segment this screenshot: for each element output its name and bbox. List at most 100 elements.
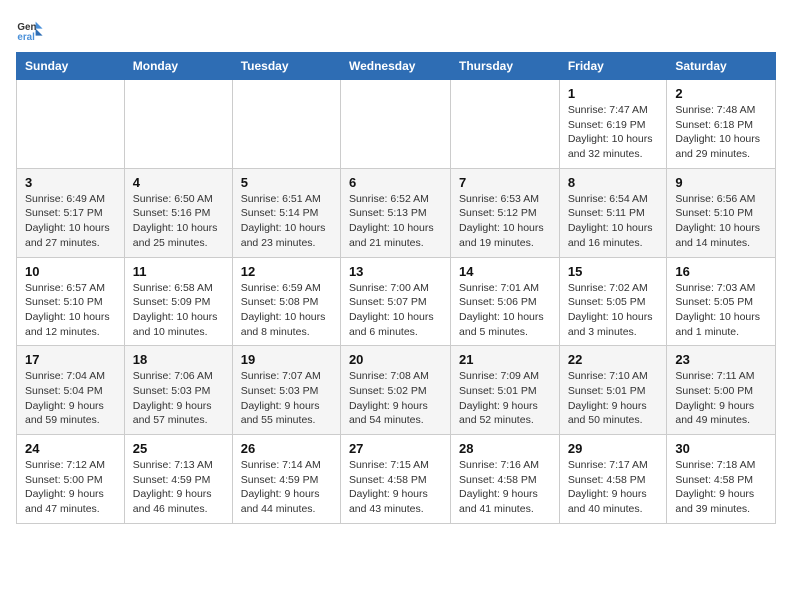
day-info: Sunrise: 7:06 AM Sunset: 5:03 PM Dayligh… (133, 369, 224, 428)
day-info: Sunrise: 7:17 AM Sunset: 4:58 PM Dayligh… (568, 458, 659, 517)
calendar-cell: 26 Sunrise: 7:14 AM Sunset: 4:59 PM Dayli… (232, 435, 340, 524)
calendar-cell: 6 Sunrise: 6:52 AM Sunset: 5:13 PM Daylig… (340, 168, 450, 257)
week-row-2: 3 Sunrise: 6:49 AM Sunset: 5:17 PM Daylig… (17, 168, 776, 257)
day-info: Sunrise: 7:47 AM Sunset: 6:19 PM Dayligh… (568, 103, 659, 162)
day-info: Sunrise: 7:18 AM Sunset: 4:58 PM Dayligh… (675, 458, 767, 517)
calendar-cell: 30 Sunrise: 7:18 AM Sunset: 4:58 PM Dayli… (667, 435, 776, 524)
day-number: 18 (133, 352, 224, 367)
header-sunday: Sunday (17, 53, 125, 80)
day-number: 24 (25, 441, 116, 456)
day-info: Sunrise: 6:52 AM Sunset: 5:13 PM Dayligh… (349, 192, 442, 251)
calendar-cell: 19Sunrise: 7:07 AM Sunset: 5:03 PM Dayli… (232, 346, 340, 435)
calendar-cell: 8Sunrise: 6:54 AM Sunset: 5:11 PM Daylig… (559, 168, 667, 257)
day-info: Sunrise: 7:12 AM Sunset: 5:00 PM Dayligh… (25, 458, 116, 517)
header-thursday: Thursday (451, 53, 560, 80)
calendar-cell: 9Sunrise: 6:56 AM Sunset: 5:10 PM Daylig… (667, 168, 776, 257)
calendar-cell: 28 Sunrise: 7:16 AM Sunset: 4:58 PM Dayli… (451, 435, 560, 524)
calendar-cell: 22Sunrise: 7:10 AM Sunset: 5:01 PM Dayli… (559, 346, 667, 435)
header-row: SundayMondayTuesdayWednesdayThursdayFrid… (17, 53, 776, 80)
day-number: 30 (675, 441, 767, 456)
header-wednesday: Wednesday (340, 53, 450, 80)
day-info: Sunrise: 6:57 AM Sunset: 5:10 PM Dayligh… (25, 281, 116, 340)
day-number: 29 (568, 441, 659, 456)
day-info: Sunrise: 6:59 AM Sunset: 5:08 PM Dayligh… (241, 281, 332, 340)
day-info: Sunrise: 6:58 AM Sunset: 5:09 PM Dayligh… (133, 281, 224, 340)
header-tuesday: Tuesday (232, 53, 340, 80)
calendar-cell: 29 Sunrise: 7:17 AM Sunset: 4:58 PM Dayli… (559, 435, 667, 524)
calendar-cell: 12 Sunrise: 6:59 AM Sunset: 5:08 PM Dayli… (232, 257, 340, 346)
calendar-cell: 15 Sunrise: 7:02 AM Sunset: 5:05 PM Dayli… (559, 257, 667, 346)
day-number: 9 (675, 175, 767, 190)
calendar-cell (451, 80, 560, 169)
calendar-cell: 14 Sunrise: 7:01 AM Sunset: 5:06 PM Dayli… (451, 257, 560, 346)
day-number: 11 (133, 264, 224, 279)
day-info: Sunrise: 7:15 AM Sunset: 4:58 PM Dayligh… (349, 458, 442, 517)
day-info: Sunrise: 7:08 AM Sunset: 5:02 PM Dayligh… (349, 369, 442, 428)
day-info: Sunrise: 6:53 AM Sunset: 5:12 PM Dayligh… (459, 192, 551, 251)
calendar-cell: 1Sunrise: 7:47 AM Sunset: 6:19 PM Daylig… (559, 80, 667, 169)
day-number: 2 (675, 86, 767, 101)
day-number: 14 (459, 264, 551, 279)
calendar-cell: 7 Sunrise: 6:53 AM Sunset: 5:12 PM Daylig… (451, 168, 560, 257)
day-number: 13 (349, 264, 442, 279)
calendar-cell: 4 Sunrise: 6:50 AM Sunset: 5:16 PM Daylig… (124, 168, 232, 257)
week-row-5: 24 Sunrise: 7:12 AM Sunset: 5:00 PM Dayli… (17, 435, 776, 524)
day-number: 6 (349, 175, 442, 190)
day-number: 12 (241, 264, 332, 279)
day-info: Sunrise: 7:09 AM Sunset: 5:01 PM Dayligh… (459, 369, 551, 428)
day-number: 4 (133, 175, 224, 190)
day-info: Sunrise: 7:14 AM Sunset: 4:59 PM Dayligh… (241, 458, 332, 517)
header-monday: Monday (124, 53, 232, 80)
day-number: 20 (349, 352, 442, 367)
day-info: Sunrise: 7:02 AM Sunset: 5:05 PM Dayligh… (568, 281, 659, 340)
logo: Gen eral (16, 16, 48, 44)
calendar-table: SundayMondayTuesdayWednesdayThursdayFrid… (16, 52, 776, 524)
day-info: Sunrise: 6:51 AM Sunset: 5:14 PM Dayligh… (241, 192, 332, 251)
day-number: 28 (459, 441, 551, 456)
day-info: Sunrise: 7:10 AM Sunset: 5:01 PM Dayligh… (568, 369, 659, 428)
calendar-cell: 27 Sunrise: 7:15 AM Sunset: 4:58 PM Dayli… (340, 435, 450, 524)
calendar-cell: 11 Sunrise: 6:58 AM Sunset: 5:09 PM Dayli… (124, 257, 232, 346)
day-info: Sunrise: 7:04 AM Sunset: 5:04 PM Dayligh… (25, 369, 116, 428)
day-number: 27 (349, 441, 442, 456)
calendar-cell: 3 Sunrise: 6:49 AM Sunset: 5:17 PM Daylig… (17, 168, 125, 257)
day-info: Sunrise: 7:07 AM Sunset: 5:03 PM Dayligh… (241, 369, 332, 428)
calendar-cell (17, 80, 125, 169)
calendar-cell: 25 Sunrise: 7:13 AM Sunset: 4:59 PM Dayli… (124, 435, 232, 524)
week-row-3: 10 Sunrise: 6:57 AM Sunset: 5:10 PM Dayli… (17, 257, 776, 346)
calendar-cell: 13 Sunrise: 7:00 AM Sunset: 5:07 PM Dayli… (340, 257, 450, 346)
logo-icon: Gen eral (16, 16, 44, 44)
day-info: Sunrise: 6:50 AM Sunset: 5:16 PM Dayligh… (133, 192, 224, 251)
calendar-cell: 24 Sunrise: 7:12 AM Sunset: 5:00 PM Dayli… (17, 435, 125, 524)
day-info: Sunrise: 7:00 AM Sunset: 5:07 PM Dayligh… (349, 281, 442, 340)
calendar-cell (340, 80, 450, 169)
day-number: 10 (25, 264, 116, 279)
day-number: 23 (675, 352, 767, 367)
calendar-cell: 5 Sunrise: 6:51 AM Sunset: 5:14 PM Daylig… (232, 168, 340, 257)
day-number: 7 (459, 175, 551, 190)
calendar-cell: 18 Sunrise: 7:06 AM Sunset: 5:03 PM Dayli… (124, 346, 232, 435)
day-info: Sunrise: 7:01 AM Sunset: 5:06 PM Dayligh… (459, 281, 551, 340)
week-row-4: 17 Sunrise: 7:04 AM Sunset: 5:04 PM Dayli… (17, 346, 776, 435)
day-number: 26 (241, 441, 332, 456)
calendar-cell: 20 Sunrise: 7:08 AM Sunset: 5:02 PM Dayli… (340, 346, 450, 435)
calendar-cell: 2 Sunrise: 7:48 AM Sunset: 6:18 PM Daylig… (667, 80, 776, 169)
week-row-1: 1Sunrise: 7:47 AM Sunset: 6:19 PM Daylig… (17, 80, 776, 169)
day-number: 25 (133, 441, 224, 456)
day-number: 15 (568, 264, 659, 279)
calendar-cell (232, 80, 340, 169)
day-number: 5 (241, 175, 332, 190)
calendar-cell: 21 Sunrise: 7:09 AM Sunset: 5:01 PM Dayli… (451, 346, 560, 435)
day-number: 21 (459, 352, 551, 367)
svg-text:eral: eral (17, 32, 35, 43)
day-info: Sunrise: 7:48 AM Sunset: 6:18 PM Dayligh… (675, 103, 767, 162)
day-info: Sunrise: 7:13 AM Sunset: 4:59 PM Dayligh… (133, 458, 224, 517)
day-info: Sunrise: 7:16 AM Sunset: 4:58 PM Dayligh… (459, 458, 551, 517)
day-info: Sunrise: 7:11 AM Sunset: 5:00 PM Dayligh… (675, 369, 767, 428)
day-number: 17 (25, 352, 116, 367)
calendar-cell: 17 Sunrise: 7:04 AM Sunset: 5:04 PM Dayli… (17, 346, 125, 435)
day-info: Sunrise: 7:03 AM Sunset: 5:05 PM Dayligh… (675, 281, 767, 340)
day-number: 16 (675, 264, 767, 279)
day-info: Sunrise: 6:49 AM Sunset: 5:17 PM Dayligh… (25, 192, 116, 251)
day-number: 3 (25, 175, 116, 190)
